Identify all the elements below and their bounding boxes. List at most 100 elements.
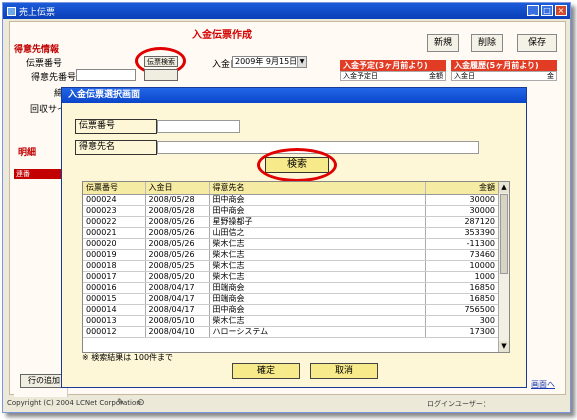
close-button[interactable]: × [555, 5, 567, 16]
cell-slip-no: 000023 [83, 205, 146, 217]
scroll-up-icon[interactable]: ▲ [499, 182, 509, 193]
cell-customer: 田中商会 [209, 205, 426, 217]
cell-date: 2008/05/10 [145, 315, 210, 327]
cell-customer: 田端商会 [209, 282, 426, 294]
results-scrollbar[interactable]: ▲ ▼ [498, 182, 509, 352]
search-button[interactable]: 検索 [265, 157, 329, 173]
pen-icon: ✎ [117, 398, 125, 408]
new-button[interactable]: 新規 [427, 34, 459, 52]
cell-amount: 16850 [425, 293, 499, 305]
deposit-date-value: 2009年 9月15日 [235, 57, 298, 66]
cell-slip-no: 000015 [83, 293, 146, 305]
detail-row-column: 連番 [14, 169, 68, 397]
table-row[interactable]: 000021 2008/05/26 山田信之 353390 [83, 227, 499, 239]
table-row[interactable]: 000012 2008/04/10 ハローシステム 17300 [83, 326, 499, 338]
history-panel-header: 入金履歴(5ヶ月前より) [451, 60, 557, 71]
cell-amount: 10000 [425, 260, 499, 272]
dialog-slip-no-input[interactable] [157, 120, 240, 133]
column-header[interactable]: 得意先名 [209, 182, 426, 195]
cell-date: 2008/04/10 [145, 326, 210, 338]
table-row[interactable]: 000020 2008/05/26 柴木仁志 -11300 [83, 238, 499, 250]
table-row[interactable]: 000018 2008/05/25 柴木仁志 10000 [83, 260, 499, 272]
table-row[interactable]: 000016 2008/04/17 田端商会 16850 [83, 282, 499, 294]
table-row[interactable]: 000019 2008/05/26 柴木仁志 73460 [83, 249, 499, 261]
save-button[interactable]: 保存 [517, 34, 557, 52]
cell-slip-no: 000021 [83, 227, 146, 239]
screen-link[interactable]: 画面へ [531, 379, 555, 390]
column-header[interactable]: 金額 [425, 182, 499, 195]
planned-panel-columns: 入金予定日 金額 [340, 71, 446, 81]
chevron-down-icon: ▼ [297, 57, 306, 67]
cell-amount: 300 [425, 315, 499, 327]
slip-search-button[interactable]: 伝票検索 [144, 56, 178, 67]
cell-date: 2008/04/17 [145, 304, 210, 316]
scroll-thumb[interactable] [500, 194, 508, 274]
cell-customer: 柴木仁志 [209, 315, 426, 327]
table-row[interactable]: 000017 2008/05/20 柴木仁志 1000 [83, 271, 499, 283]
cell-date: 2008/05/20 [145, 271, 210, 283]
cell-customer: 柴木仁志 [209, 271, 426, 283]
results-table: 伝票番号 入金日 得意先名 金額 000024 2008/05/28 田中商会 300… [82, 181, 510, 353]
cell-date: 2008/05/25 [145, 260, 210, 272]
cancel-button[interactable]: 取消 [310, 363, 378, 379]
cell-date: 2008/05/28 [145, 194, 210, 206]
status-bar: Copyright (C) 2004 LCNet Corporation ✎ ⊙… [7, 397, 567, 411]
cell-slip-no: 000017 [83, 271, 146, 283]
cell-date: 2008/05/26 [145, 227, 210, 239]
cell-date: 2008/05/28 [145, 205, 210, 217]
table-row[interactable]: 000022 2008/05/26 星野操都子 287120 [83, 216, 499, 228]
cell-slip-no: 000019 [83, 249, 146, 261]
app-icon [7, 6, 16, 16]
minimize-button[interactable]: _ [527, 5, 539, 16]
dialog-slip-no-label: 伝票番号 [75, 119, 157, 134]
table-row[interactable]: 000024 2008/05/28 田中商会 30000 [83, 194, 499, 206]
customer-no-label: 得意先番号 [31, 73, 77, 83]
column-header[interactable]: 入金日 [145, 182, 210, 195]
login-user-label: ログインユーザー： [427, 400, 490, 408]
window-titlebar: 売上伝票 _ □ × [3, 3, 570, 19]
confirm-button[interactable]: 確定 [232, 363, 300, 379]
cell-date: 2008/05/26 [145, 249, 210, 261]
table-row[interactable]: 000023 2008/05/28 田中商会 30000 [83, 205, 499, 217]
cell-slip-no: 000012 [83, 326, 146, 338]
cell-amount: 353390 [425, 227, 499, 239]
customer-search-button[interactable] [144, 69, 178, 81]
cell-amount: 30000 [425, 205, 499, 217]
customer-section-heading: 得意先情報 [14, 45, 60, 55]
planned-panel-header: 入金予定(3ヶ月前より) [340, 60, 446, 71]
deposit-date-select[interactable]: 2009年 9月15日 ▼ [232, 56, 307, 68]
cell-customer: 星野操都子 [209, 216, 426, 228]
cell-slip-no: 000024 [83, 194, 146, 206]
dialog-customer-name-input[interactable] [157, 141, 479, 154]
row-no-header: 連番 [14, 169, 67, 179]
maximize-button[interactable]: □ [541, 5, 553, 16]
table-row[interactable]: 000013 2008/05/10 柴木仁志 300 [83, 315, 499, 327]
cell-slip-no: 000020 [83, 238, 146, 250]
lock-icon: ⊙ [137, 398, 145, 408]
cell-slip-no: 000014 [83, 304, 146, 316]
table-row[interactable]: 000015 2008/04/17 田端商会 16850 [83, 293, 499, 305]
page-title: 入金伝票作成 [192, 30, 252, 41]
delete-button[interactable]: 削除 [471, 34, 503, 52]
scroll-down-icon[interactable]: ▼ [499, 341, 509, 352]
result-limit-note: ※ 検索結果は 100件まで [82, 353, 174, 362]
planned-col-date: 入金予定日 [343, 72, 378, 80]
detail-heading: 明細 [18, 148, 37, 158]
history-panel-columns: 入金日 金 [451, 71, 557, 81]
cell-amount: 17300 [425, 326, 499, 338]
cell-date: 2008/04/17 [145, 282, 210, 294]
cell-customer: 田中商会 [209, 194, 426, 206]
cell-customer: 柴木仁志 [209, 260, 426, 272]
cell-amount: 756500 [425, 304, 499, 316]
deposit-slip-selection-dialog: 入金伝票選択画面 伝票番号 得意先名 検索 伝票番号 入金日 得意先名 金額 0… [61, 87, 527, 388]
cell-slip-no: 000022 [83, 216, 146, 228]
table-row[interactable]: 000014 2008/04/17 田中商会 756500 [83, 304, 499, 316]
cell-amount: 1000 [425, 271, 499, 283]
cell-amount: 30000 [425, 194, 499, 206]
history-col-amount: 金 [547, 72, 554, 80]
cell-slip-no: 000016 [83, 282, 146, 294]
customer-no-input[interactable] [76, 69, 136, 81]
column-header[interactable]: 伝票番号 [83, 182, 146, 195]
cell-customer: 田端商会 [209, 293, 426, 305]
history-col-date: 入金日 [454, 72, 475, 80]
